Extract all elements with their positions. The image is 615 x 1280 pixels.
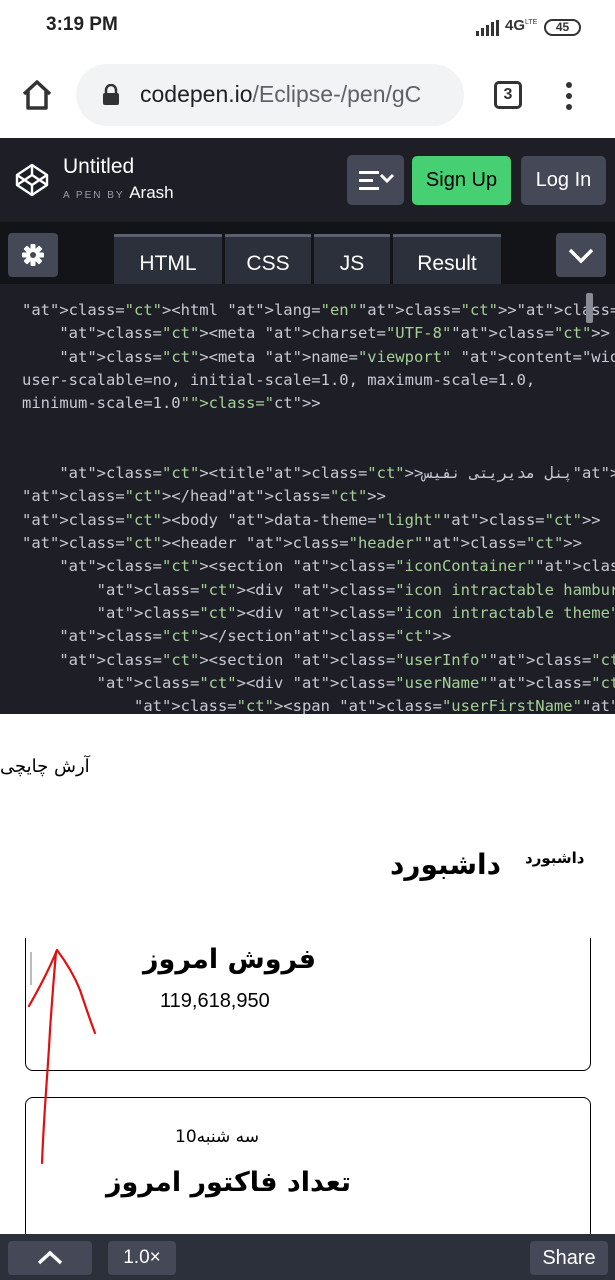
share-button[interactable]: Share [530, 1241, 608, 1275]
expand-console-button[interactable] [8, 1241, 92, 1275]
codepen-bottom-bar [0, 1234, 615, 1280]
zoom-button[interactable]: 1.0× [108, 1241, 176, 1275]
red-arrow-annotation [27, 948, 97, 1165]
chevron-up-icon [37, 1250, 63, 1265]
